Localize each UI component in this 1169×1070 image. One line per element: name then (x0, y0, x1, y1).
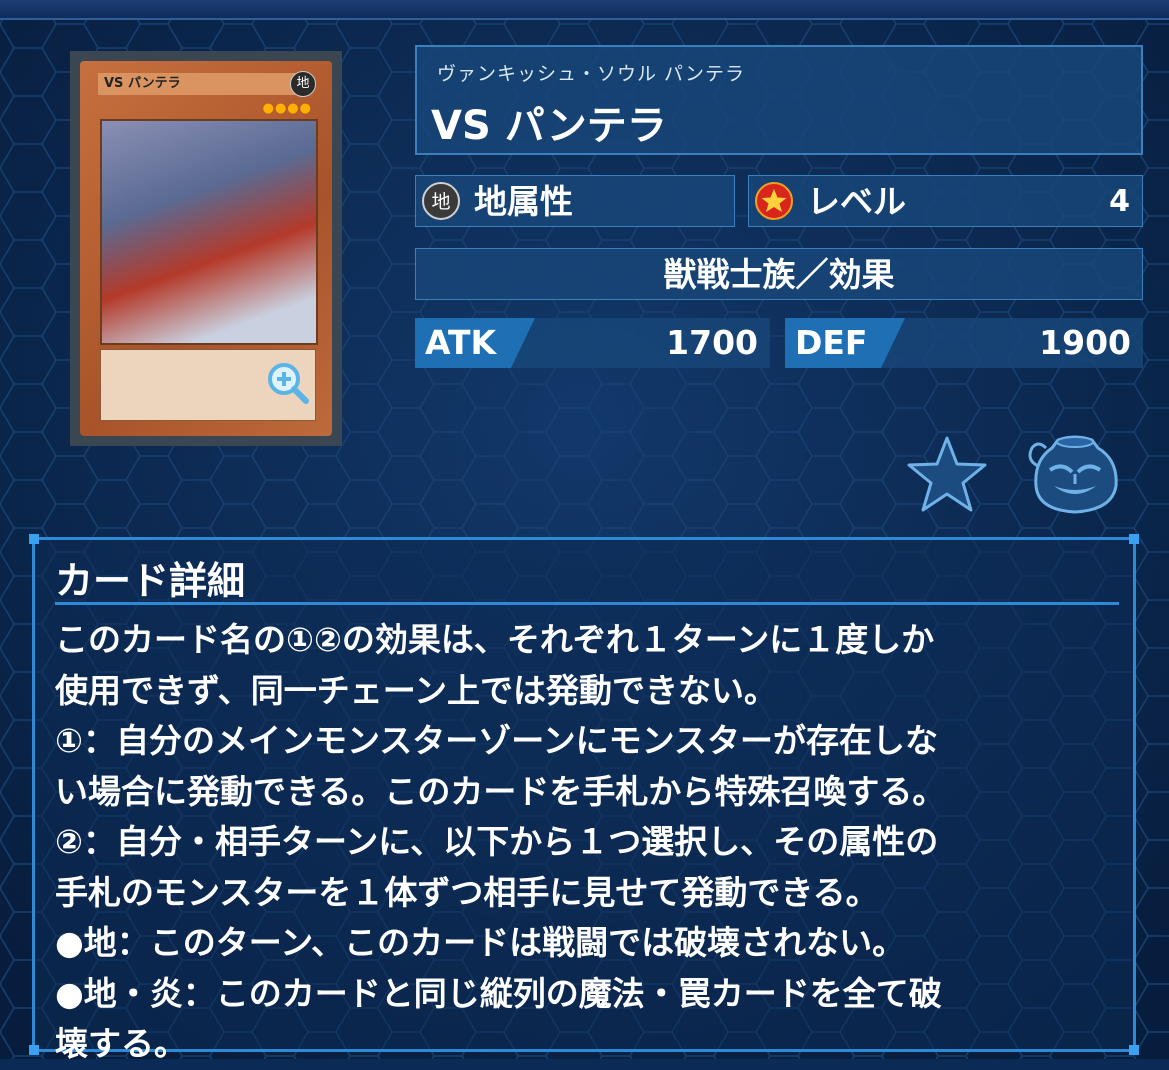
corner-decoration (29, 534, 39, 544)
def-value: 1900 (1039, 323, 1131, 362)
corner-decoration (1129, 1045, 1139, 1055)
card-detail-box: カード詳細 このカード名の①②の効果は、それぞれ１ターンに１度しか 使用できず、… (29, 534, 1139, 1063)
attribute-icon-text: 地 (431, 191, 450, 213)
card-name: VS パンテラ (431, 103, 667, 149)
def-panel: DEF 1900 (785, 318, 1143, 368)
star-icon[interactable] (906, 434, 988, 514)
card-thumb-attribute: 地 (290, 71, 316, 97)
card-thumb-name: VS パンテラ (98, 73, 298, 95)
detail-title: カード詳細 (55, 559, 246, 603)
atk-panel: ATK 1700 (415, 318, 770, 368)
pot-of-greed-icon[interactable] (1028, 430, 1123, 516)
def-label: DEF (795, 323, 868, 362)
zoom-in-icon[interactable] (266, 361, 310, 405)
level-star-icon (755, 182, 793, 220)
card-thumbnail[interactable]: VS パンテラ 地 ●●●● (70, 51, 342, 446)
attribute-label: 地属性 (474, 182, 573, 221)
earth-attribute-icon: 地 (422, 182, 460, 220)
corner-decoration (1129, 534, 1139, 544)
top-bar (0, 0, 1169, 20)
card-name-ruby: ヴァンキッシュ・ソウル パンテラ (437, 63, 745, 85)
card-type: 獣戦士族／効果 (663, 255, 895, 294)
card-artwork (100, 119, 318, 345)
attribute-panel: 地 地属性 (415, 175, 735, 227)
level-value: 4 (1109, 184, 1130, 219)
atk-value: 1700 (666, 323, 758, 362)
type-panel: 獣戦士族／効果 (415, 248, 1143, 300)
card-thumb-stars: ●●●● (262, 101, 312, 116)
detail-divider (55, 602, 1119, 605)
level-label: レベル (807, 182, 906, 221)
card-name-panel: ヴァンキッシュ・ソウル パンテラ VS パンテラ (415, 45, 1143, 155)
detail-text: このカード名の①②の効果は、それぞれ１ターンに１度しか 使用できず、同一チェーン… (55, 620, 946, 1063)
atk-label: ATK (425, 323, 497, 362)
level-panel: レベル 4 (748, 175, 1143, 227)
card-frame: VS パンテラ 地 ●●●● (80, 61, 332, 436)
corner-decoration (29, 1045, 39, 1055)
